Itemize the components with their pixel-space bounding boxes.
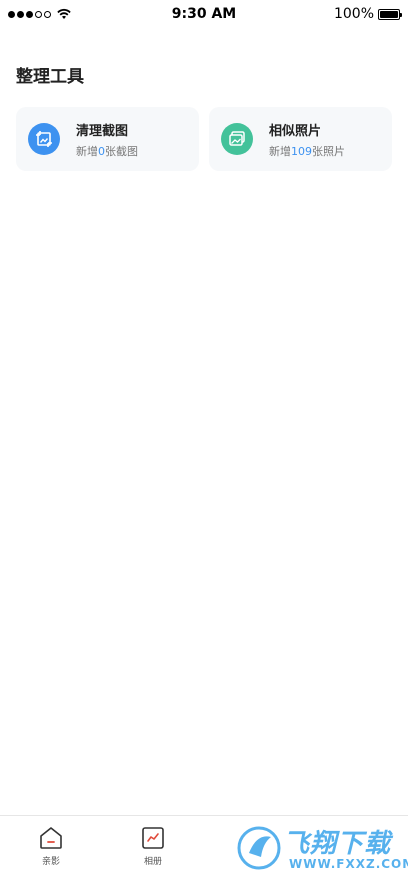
watermark-url: WWW.FXXZ.COM	[289, 857, 408, 871]
battery-percent: 100%	[333, 6, 374, 22]
card-subtitle: 新增0张截图	[76, 143, 138, 159]
card-sub-prefix: 新增	[269, 144, 291, 158]
card-sub-suffix: 张截图	[105, 144, 138, 158]
card-title: 相似照片	[269, 123, 322, 139]
tool-cards: 清理截图 新增0张截图 相似照片 新增109张照片	[16, 107, 392, 171]
card-text: 相似照片 新增109张照片	[269, 120, 345, 159]
tab-album[interactable]: 相册	[102, 816, 204, 867]
tab-label: 相册	[143, 857, 162, 867]
screenshot-icon	[28, 123, 60, 155]
card-count: 109	[291, 144, 312, 158]
card-text: 清理截图 新增0张截图	[76, 120, 138, 159]
watermark-logo-icon	[237, 826, 281, 870]
page-title: 整理工具	[16, 67, 84, 87]
status-left	[8, 8, 71, 20]
similar-photos-card[interactable]: 相似照片 新增109张照片	[209, 107, 392, 171]
gallery-icon	[221, 123, 253, 155]
status-time: 9:30 AM	[171, 6, 237, 22]
card-sub-suffix: 张照片	[312, 144, 345, 158]
wifi-icon	[57, 8, 71, 19]
card-title: 清理截图	[76, 123, 129, 139]
card-sub-prefix: 新增	[76, 144, 98, 158]
tab-label: 亲影	[41, 857, 60, 867]
home-icon	[40, 827, 62, 849]
chart-icon	[142, 827, 164, 849]
battery-icon	[378, 8, 402, 20]
card-count: 0	[98, 144, 105, 158]
screen: 9:30 AM 100% 整理工具 清理截图 新增0张截图 相似照片 新增109…	[0, 0, 408, 883]
watermark-text: 飞翔下载	[283, 829, 392, 859]
status-bar: 9:30 AM 100%	[0, 0, 408, 28]
clean-screenshots-card[interactable]: 清理截图 新增0张截图	[16, 107, 199, 171]
signal-icon	[8, 10, 51, 18]
battery-fill	[380, 10, 398, 18]
tab-home[interactable]: 亲影	[0, 816, 102, 867]
card-subtitle: 新增109张照片	[269, 143, 345, 159]
status-right: 100%	[333, 6, 402, 22]
watermark: 飞翔下载 WWW.FXXZ.COM	[237, 819, 408, 877]
